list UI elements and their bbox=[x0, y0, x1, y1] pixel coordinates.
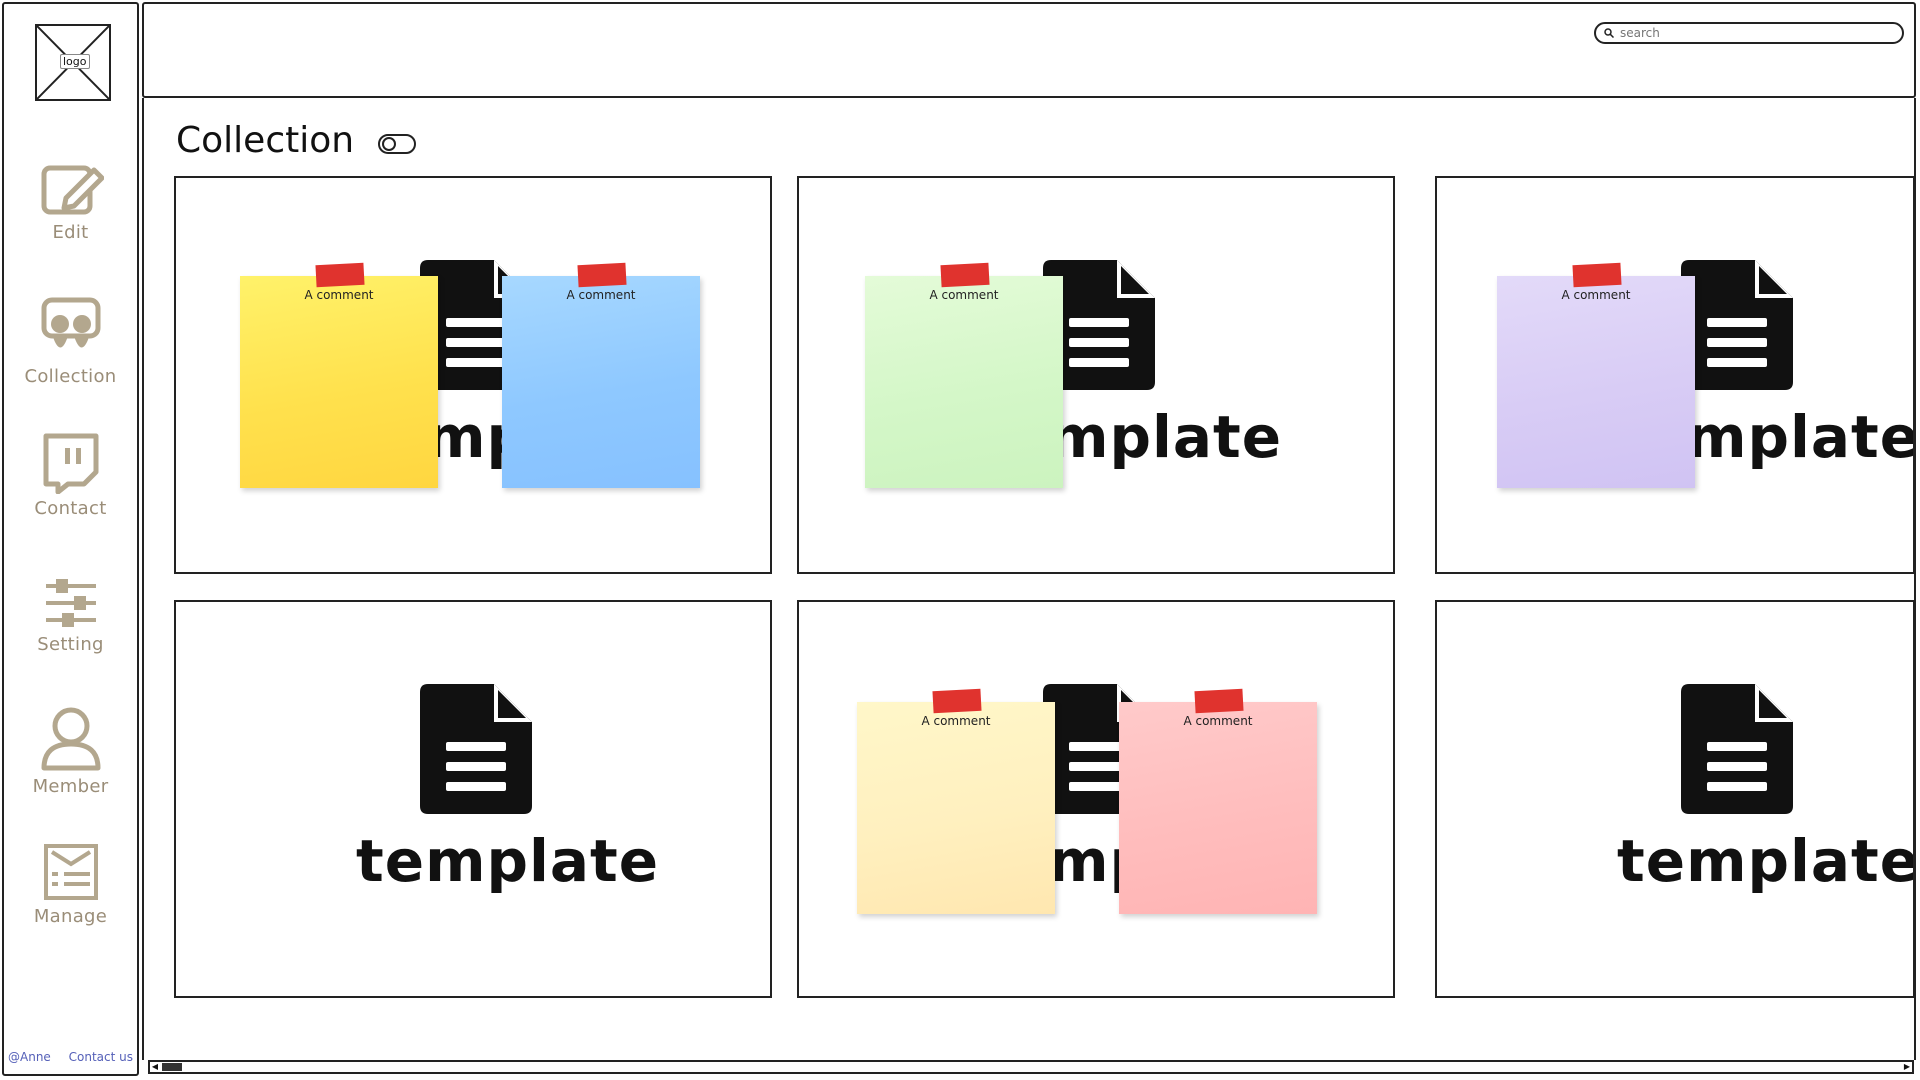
sticky-note[interactable]: A comment bbox=[1497, 262, 1695, 488]
tape bbox=[932, 688, 982, 714]
template-card[interactable]: template bbox=[1435, 600, 1915, 998]
collection-toggle[interactable] bbox=[378, 134, 416, 154]
sticky-note[interactable]: A comment bbox=[502, 262, 700, 488]
main-content: Collection template A comment A comment bbox=[142, 98, 1916, 1060]
sticky-note[interactable]: A comment bbox=[1119, 688, 1317, 914]
sticky-note-text: A comment bbox=[304, 288, 374, 302]
sticky-note[interactable]: A comment bbox=[857, 688, 1055, 914]
tape bbox=[1194, 688, 1244, 714]
template-card[interactable]: template bbox=[174, 600, 772, 998]
toggle-knob bbox=[382, 137, 396, 151]
sticky-note[interactable]: A comment bbox=[865, 262, 1063, 488]
sidebar-item-label: Member bbox=[32, 776, 109, 797]
card-label: template bbox=[1617, 827, 1915, 895]
sidebar-item-label: Edit bbox=[52, 222, 89, 243]
tape bbox=[315, 262, 365, 288]
manage-icon bbox=[43, 844, 98, 900]
sidebar-item-label: Setting bbox=[37, 634, 104, 655]
header bbox=[142, 2, 1916, 98]
setting-icon bbox=[45, 579, 96, 627]
sidebar-item-label: Contact bbox=[34, 498, 107, 519]
sidebar: logo Edit Collection Contact Setting Mem… bbox=[2, 2, 139, 1076]
tape bbox=[940, 262, 990, 288]
logo-label: logo bbox=[60, 54, 90, 69]
tape bbox=[577, 262, 627, 288]
search-box[interactable] bbox=[1594, 22, 1904, 44]
document-icon bbox=[420, 684, 532, 814]
collection-icon bbox=[41, 297, 100, 348]
document-icon bbox=[1681, 260, 1793, 390]
tape bbox=[1572, 262, 1622, 288]
member-icon bbox=[41, 707, 100, 771]
sidebar-item-setting[interactable]: Setting bbox=[4, 576, 137, 655]
sidebar-item-manage[interactable]: Manage bbox=[4, 842, 137, 927]
template-card[interactable]: template A comment A comment bbox=[797, 600, 1395, 998]
logo[interactable]: logo bbox=[35, 24, 111, 101]
sticky-note-text: A comment bbox=[929, 288, 999, 302]
edit-icon bbox=[41, 165, 104, 215]
sticky-note-text: A comment bbox=[921, 714, 991, 728]
search-icon bbox=[1604, 28, 1614, 38]
sidebar-item-edit[interactable]: Edit bbox=[4, 162, 137, 243]
sticky-note-text: A comment bbox=[566, 288, 636, 302]
horizontal-scrollbar[interactable]: ◀ ▶ bbox=[148, 1060, 1914, 1074]
page-title: Collection bbox=[176, 120, 355, 161]
sidebar-item-collection[interactable]: Collection bbox=[4, 296, 137, 387]
template-card[interactable]: template A comment A comment bbox=[174, 176, 772, 574]
sidebar-item-contact[interactable]: Contact bbox=[4, 432, 137, 519]
scroll-right-icon[interactable]: ▶ bbox=[1902, 1062, 1912, 1072]
sidebar-item-label: Collection bbox=[24, 366, 117, 387]
sticky-note-text: A comment bbox=[1183, 714, 1253, 728]
sidebar-item-member[interactable]: Member bbox=[4, 704, 137, 797]
contact-icon bbox=[43, 433, 98, 494]
template-card[interactable]: template A comment bbox=[1435, 176, 1915, 574]
scroll-left-icon[interactable]: ◀ bbox=[150, 1062, 160, 1072]
contact-us-link[interactable]: Contact us bbox=[69, 1050, 133, 1064]
document-icon bbox=[1681, 684, 1793, 814]
template-card[interactable]: template A comment bbox=[797, 176, 1395, 574]
sticky-note[interactable]: A comment bbox=[240, 262, 438, 488]
sidebar-footer: @Anne Contact us bbox=[8, 1050, 133, 1064]
sticky-note-text: A comment bbox=[1561, 288, 1631, 302]
scrollbar-thumb[interactable] bbox=[162, 1063, 182, 1071]
user-link[interactable]: @Anne bbox=[8, 1050, 51, 1064]
search-input[interactable] bbox=[1618, 25, 1892, 41]
card-label: template bbox=[356, 827, 660, 895]
sidebar-item-label: Manage bbox=[33, 906, 108, 927]
